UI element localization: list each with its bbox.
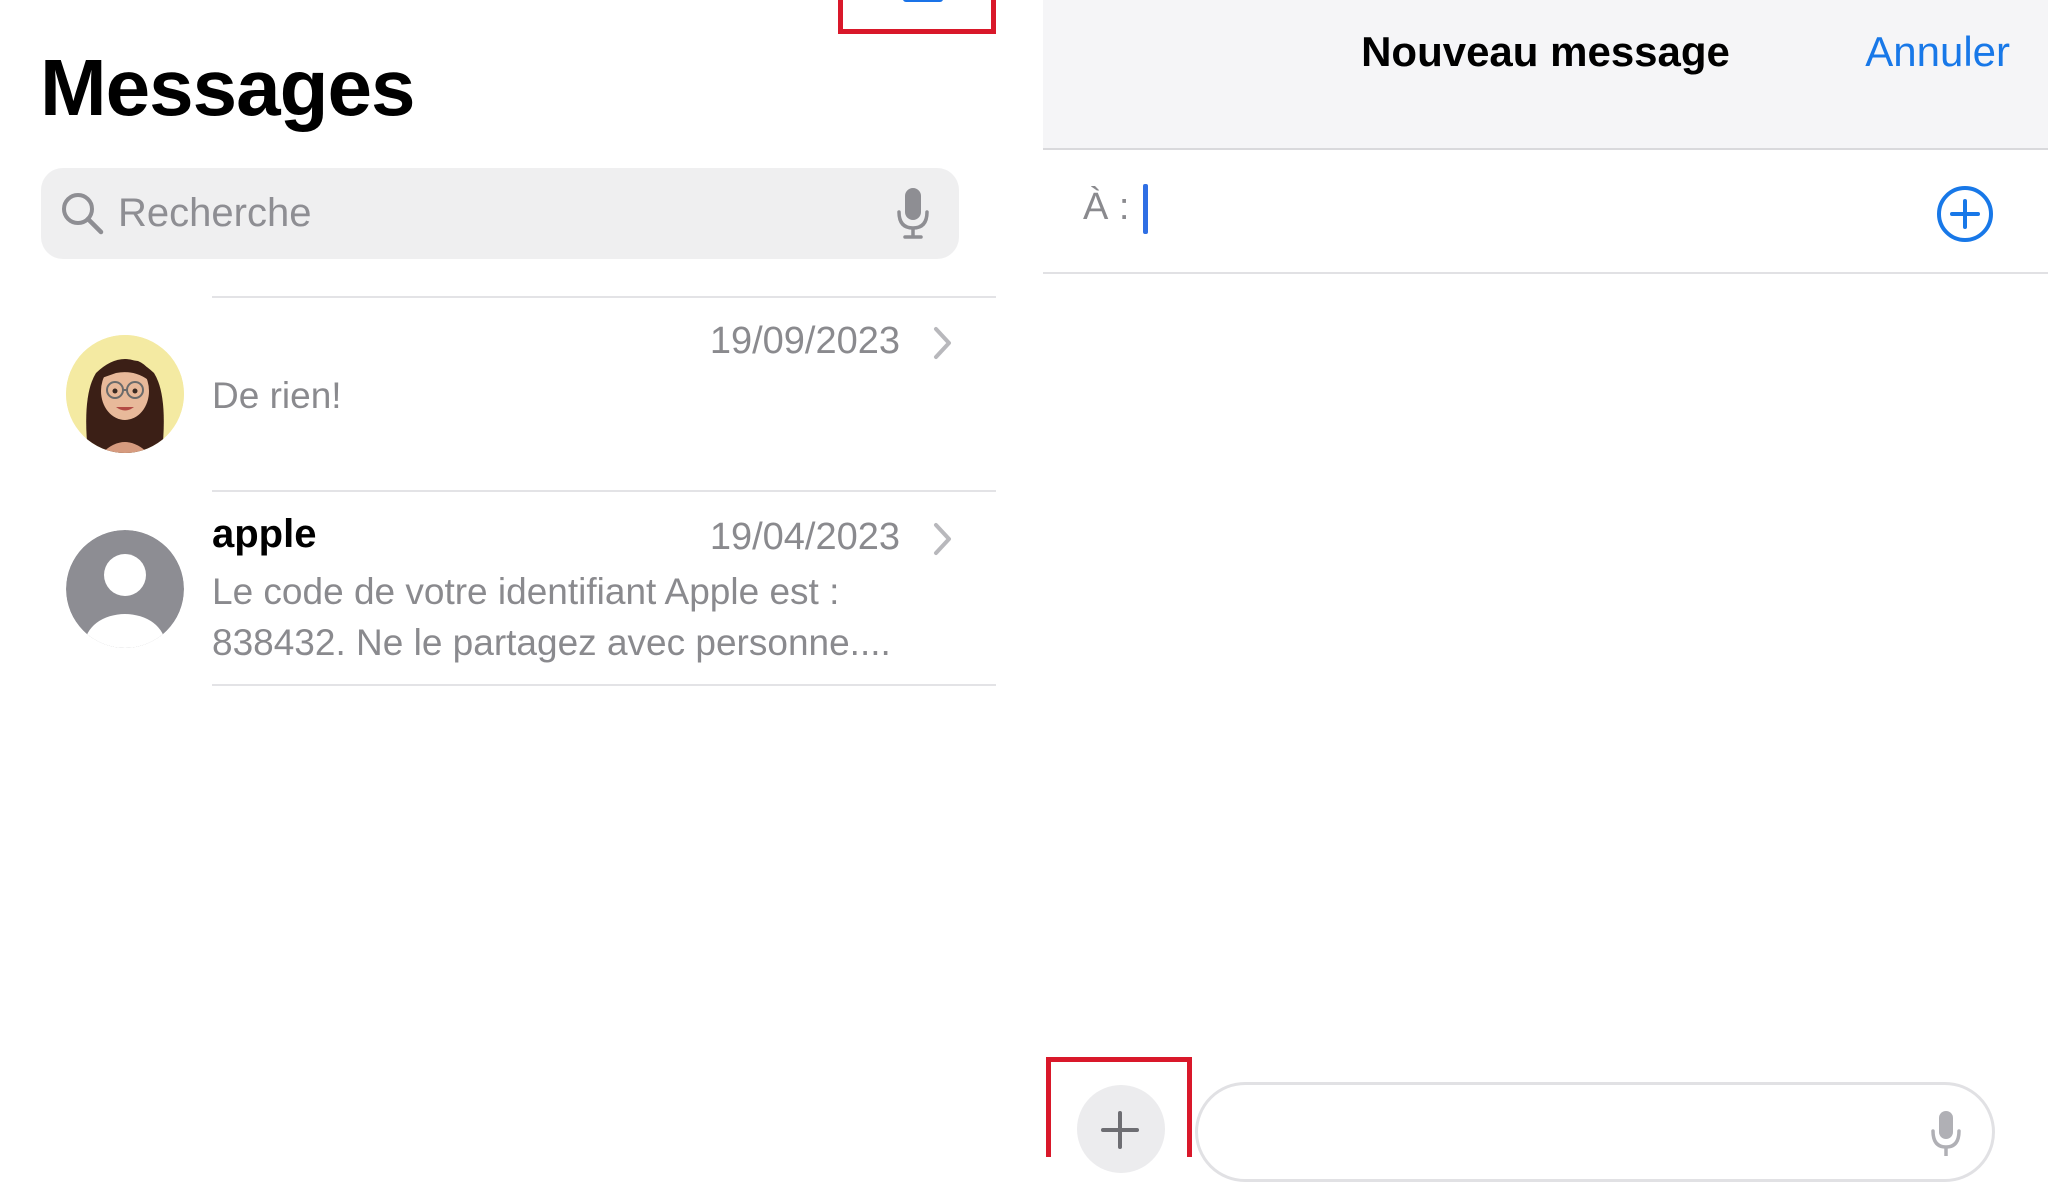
cancel-button[interactable]: Annuler (1865, 28, 2010, 76)
microphone-icon[interactable] (896, 186, 930, 240)
new-message-title-text: Nouveau message (1361, 28, 1730, 75)
chevron-right-icon (934, 523, 951, 555)
list-separator (212, 684, 996, 686)
page-title: Messages (40, 43, 415, 132)
to-label: À : (1083, 186, 1130, 228)
plus-circle-icon[interactable] (1935, 184, 1995, 244)
new-message-panel: Nouveau message Annuler À : (1043, 0, 2048, 1152)
compose-icon[interactable] (903, 0, 943, 2)
conversation-name: apple (212, 512, 317, 556)
message-input[interactable] (1228, 1105, 1892, 1157)
search-bar[interactable] (41, 168, 959, 259)
memoji-avatar (66, 335, 184, 453)
conversation-date: 19/04/2023 (709, 516, 900, 558)
search-input[interactable] (118, 190, 898, 236)
conversation-date: 19/09/2023 (709, 320, 900, 362)
conversation-preview: Le code de votre identifiant Apple est :… (212, 571, 891, 663)
new-message-header: Nouveau message Annuler (1043, 0, 2048, 150)
messages-list-panel: Messages Recherche 19/09/2023 De rien! a… (0, 0, 1046, 1152)
conversation-row[interactable]: 19/09/2023 De rien! (0, 298, 1000, 492)
plus-icon (1101, 1111, 1139, 1149)
recipient-row: À : (1043, 150, 2048, 274)
text-cursor (1143, 184, 1148, 234)
default-person-avatar (66, 530, 184, 648)
attach-button[interactable] (1077, 1085, 1165, 1173)
conversation-preview: De rien! (212, 375, 342, 416)
chevron-right-icon (934, 327, 951, 359)
search-icon (62, 193, 104, 235)
message-compose-field[interactable] (1195, 1082, 1995, 1182)
recipient-input[interactable] (1155, 178, 1939, 240)
conversation-row[interactable]: apple 19/04/2023 Le code de votre identi… (0, 492, 1000, 686)
compose-button-highlight (838, 0, 996, 34)
